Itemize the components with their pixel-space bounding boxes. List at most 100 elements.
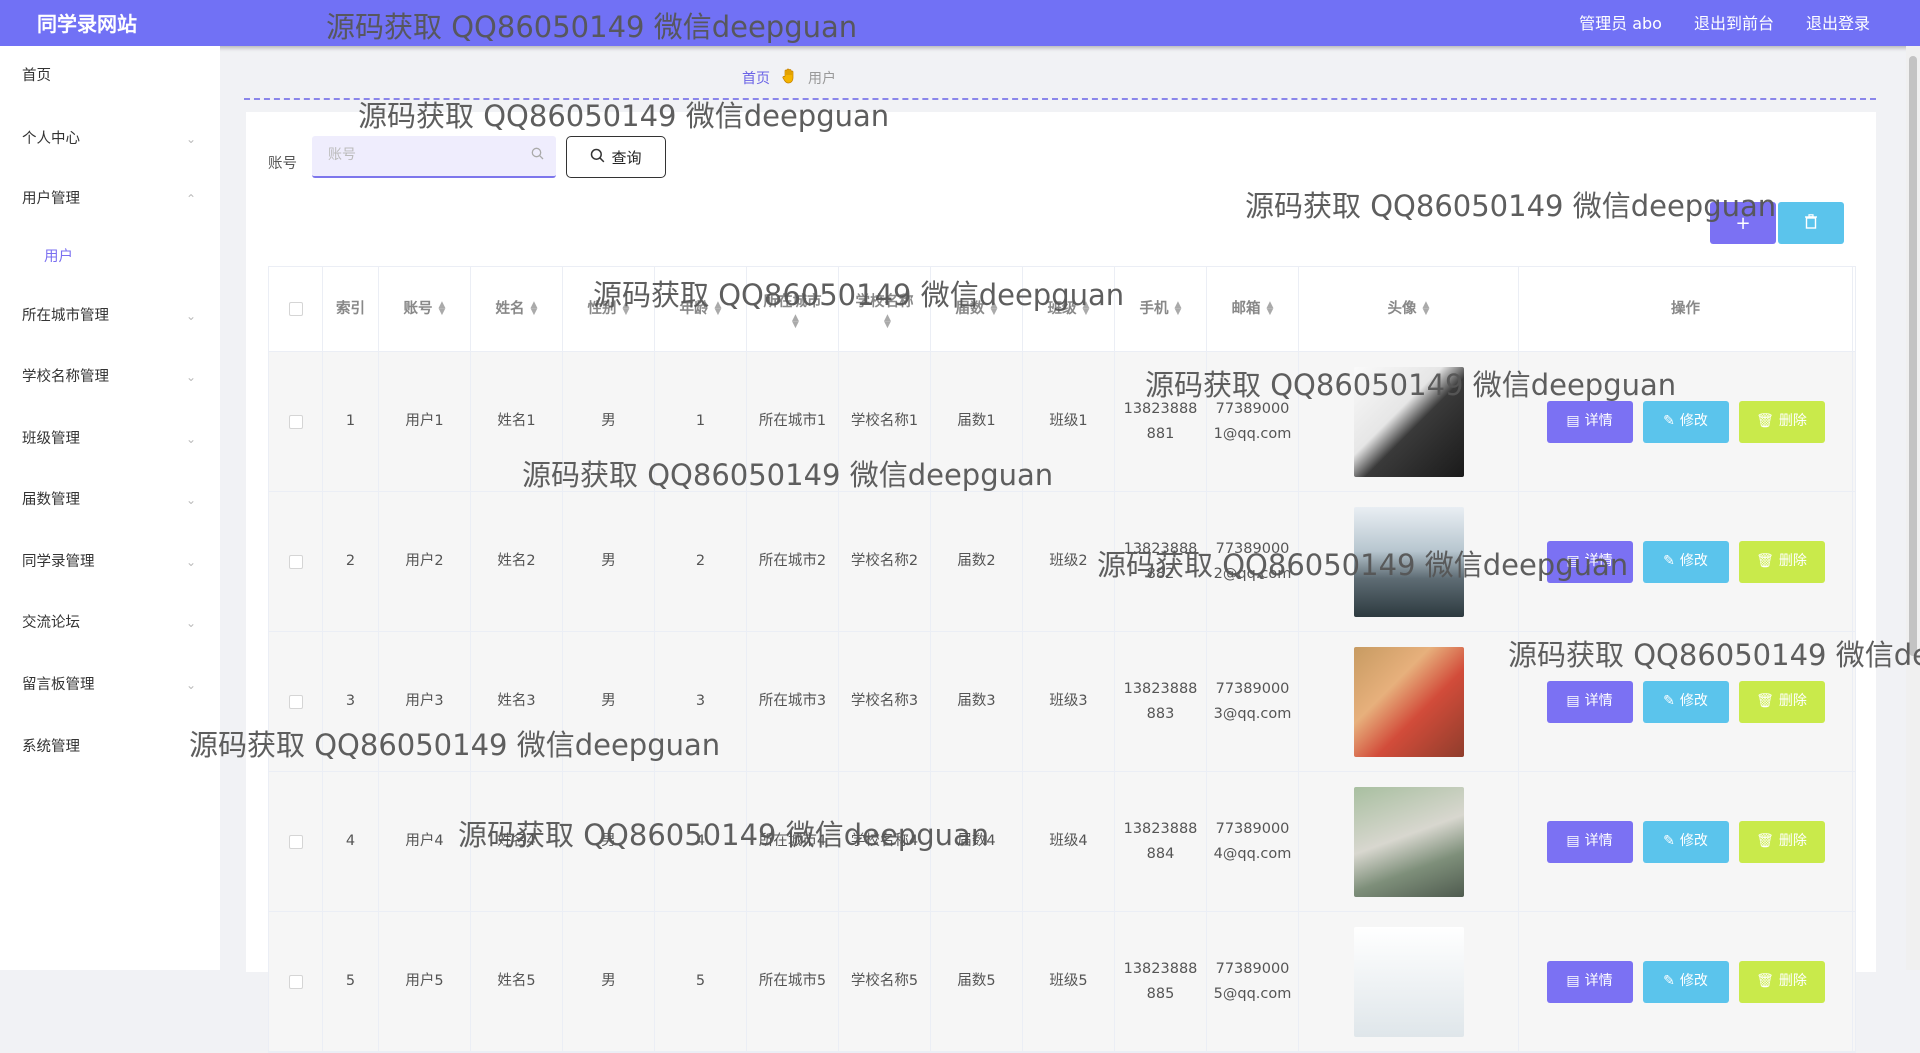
delete-button[interactable]: 🗑 删除 bbox=[1738, 960, 1825, 1003]
row-checkbox[interactable] bbox=[288, 694, 303, 709]
edit-button[interactable]: ✎ 修改 bbox=[1642, 400, 1729, 443]
cell-account-value: 用户5 bbox=[405, 973, 444, 989]
header-avatar[interactable]: 头像 ▲ ▼ bbox=[1299, 267, 1519, 351]
cell-class-value: 班级1 bbox=[1049, 413, 1088, 429]
cell-class: 班级3 bbox=[1023, 632, 1115, 771]
sidebar-item-class-management[interactable]: 班级管理 ⌄ bbox=[0, 419, 220, 459]
cell-school-value: 学校名称1 bbox=[850, 413, 919, 429]
sidebar-item-forum[interactable]: 交流论坛 ⌄ bbox=[0, 603, 220, 643]
sidebar-item-personal-center[interactable]: 个人中心 ⌄ bbox=[0, 119, 220, 159]
cell-email: 773890002@qq.com bbox=[1207, 492, 1299, 631]
select-cell bbox=[269, 632, 323, 771]
trash-icon: 🗑 bbox=[1756, 833, 1774, 849]
detail-button[interactable]: ▤ 详情 bbox=[1546, 960, 1633, 1003]
scrollbar-thumb[interactable] bbox=[1909, 56, 1917, 656]
row-checkbox[interactable] bbox=[288, 414, 303, 429]
edit-button-label: 修改 bbox=[1679, 693, 1708, 709]
detail-button[interactable]: ▤ 详情 bbox=[1546, 820, 1633, 863]
cell-phone-value: 13823888883 bbox=[1123, 680, 1198, 722]
edit-button[interactable]: ✎ 修改 bbox=[1642, 960, 1729, 1003]
avatar[interactable] bbox=[1353, 646, 1464, 757]
sort-icon[interactable]: ▲ ▼ bbox=[623, 301, 630, 317]
header-class[interactable]: 班级 ▲ ▼ bbox=[1023, 267, 1115, 351]
detail-button[interactable]: ▤ 详情 bbox=[1546, 400, 1633, 443]
add-button[interactable]: + bbox=[1710, 202, 1776, 244]
cell-session-value: 届数2 bbox=[957, 553, 996, 569]
cell-city: 所在城市2 bbox=[747, 492, 839, 631]
edit-button[interactable]: ✎ 修改 bbox=[1642, 820, 1729, 863]
delete-button[interactable]: 🗑 删除 bbox=[1738, 820, 1825, 863]
header-age[interactable]: 年龄 ▲ ▼ bbox=[655, 267, 747, 351]
table-row: 5 用户5 姓名5 男 5 所在城市5 学校名称5 届数5 班级5 13823888885 7738… bbox=[269, 912, 1855, 1052]
header-session[interactable]: 届数 ▲ ▼ bbox=[931, 267, 1023, 351]
sidebar-item-city-management[interactable]: 所在城市管理 ⌄ bbox=[0, 296, 220, 336]
header-gender[interactable]: 性别 ▲ ▼ bbox=[563, 267, 655, 351]
row-checkbox[interactable] bbox=[288, 834, 303, 849]
delete-button-label: 删除 bbox=[1778, 973, 1807, 989]
detail-button[interactable]: ▤ 详情 bbox=[1546, 540, 1633, 583]
header-account[interactable]: 账号 ▲ ▼ bbox=[379, 267, 471, 351]
sort-icon[interactable]: ▲ ▼ bbox=[884, 313, 891, 329]
cell-phone: 13823888885 bbox=[1115, 912, 1207, 1051]
sort-icon[interactable]: ▲ ▼ bbox=[439, 301, 446, 317]
avatar[interactable] bbox=[1353, 506, 1464, 617]
cell-class-value: 班级3 bbox=[1049, 693, 1088, 709]
edit-button[interactable]: ✎ 修改 bbox=[1642, 540, 1729, 583]
edit-button[interactable]: ✎ 修改 bbox=[1642, 680, 1729, 723]
avatar[interactable] bbox=[1353, 366, 1464, 477]
avatar[interactable] bbox=[1353, 926, 1464, 1037]
logout-link[interactable]: 退出登录 bbox=[1806, 0, 1870, 48]
scrollbar[interactable] bbox=[1906, 46, 1920, 970]
sort-icon[interactable]: ▲ ▼ bbox=[792, 313, 799, 329]
breadcrumb-home[interactable]: 首页 bbox=[742, 68, 770, 88]
header-phone[interactable]: 手机 ▲ ▼ bbox=[1115, 267, 1207, 351]
select-all-checkbox[interactable] bbox=[288, 302, 303, 316]
sidebar-item-user-management[interactable]: 用户管理 ⌃ bbox=[0, 179, 220, 219]
sidebar-item-system[interactable]: 系统管理 bbox=[0, 727, 220, 767]
header-name[interactable]: 姓名 ▲ ▼ bbox=[471, 267, 563, 351]
batch-delete-button[interactable] bbox=[1778, 202, 1844, 244]
delete-button[interactable]: 🗑 删除 bbox=[1738, 400, 1825, 443]
row-checkbox[interactable] bbox=[288, 974, 303, 989]
cell-school-value: 学校名称2 bbox=[850, 553, 919, 569]
cell-index-value: 5 bbox=[345, 973, 356, 989]
sidebar-item-label: 系统管理 bbox=[22, 739, 80, 755]
sidebar-item-school-management[interactable]: 学校名称管理 ⌄ bbox=[0, 357, 220, 397]
cell-city-value: 所在城市3 bbox=[758, 693, 827, 709]
back-to-front-link[interactable]: 退出到前台 bbox=[1694, 0, 1774, 48]
delete-button[interactable]: 🗑 删除 bbox=[1738, 680, 1825, 723]
header-label: 所在城市 bbox=[763, 293, 822, 310]
detail-button[interactable]: ▤ 详情 bbox=[1546, 680, 1633, 723]
sidebar-item-message-board[interactable]: 留言板管理 ⌄ bbox=[0, 665, 220, 705]
header-email[interactable]: 邮箱 ▲ ▼ bbox=[1207, 267, 1299, 351]
sidebar-item-user[interactable]: 用户 bbox=[0, 237, 220, 277]
chevron-down-icon: ⌄ bbox=[186, 370, 197, 384]
cell-actions: ▤ 详情 ✎ 修改 🗑 删除 bbox=[1519, 352, 1853, 491]
search-input[interactable] bbox=[326, 146, 520, 164]
cell-email-value: 773890004@qq.com bbox=[1213, 820, 1292, 862]
pencil-icon: ✎ bbox=[1663, 413, 1675, 429]
sort-icon[interactable]: ▲ ▼ bbox=[1083, 301, 1090, 317]
avatar[interactable] bbox=[1353, 786, 1464, 897]
sidebar-item-alumni-management[interactable]: 同学录管理 ⌄ bbox=[0, 542, 220, 582]
cell-index: 5 bbox=[323, 912, 379, 1051]
header-label: 届数 bbox=[955, 300, 985, 317]
search-box[interactable] bbox=[312, 136, 556, 178]
sidebar-item-home[interactable]: 首页 bbox=[0, 56, 220, 96]
sidebar-item-session-management[interactable]: 届数管理 ⌄ bbox=[0, 480, 220, 520]
sort-icon[interactable]: ▲ ▼ bbox=[715, 301, 722, 317]
sort-icon[interactable]: ▲ ▼ bbox=[1423, 301, 1430, 317]
cell-name: 姓名1 bbox=[471, 352, 563, 491]
sort-icon[interactable]: ▲ ▼ bbox=[531, 301, 538, 317]
header-city[interactable]: 所在城市 ▲ ▼ bbox=[747, 267, 839, 351]
cell-name: 姓名2 bbox=[471, 492, 563, 631]
sort-icon[interactable]: ▲ ▼ bbox=[1175, 301, 1182, 317]
chevron-down-icon: ⌄ bbox=[186, 616, 197, 630]
sort-icon[interactable]: ▲ ▼ bbox=[1267, 301, 1274, 317]
search-label: 账号 bbox=[268, 156, 297, 172]
delete-button[interactable]: 🗑 删除 bbox=[1738, 540, 1825, 583]
row-checkbox[interactable] bbox=[288, 554, 303, 569]
header-school[interactable]: 学校名称 ▲ ▼ bbox=[839, 267, 931, 351]
sort-icon[interactable]: ▲ ▼ bbox=[991, 301, 998, 317]
query-button[interactable]: 查询 bbox=[566, 136, 666, 178]
